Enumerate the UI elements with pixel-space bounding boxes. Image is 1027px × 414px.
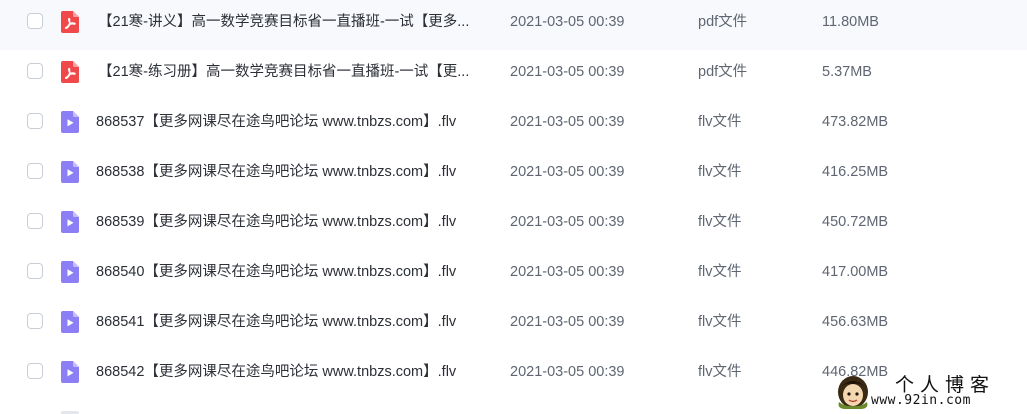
file-size: 450.72MB xyxy=(822,214,889,230)
file-name[interactable]: 【21寒-讲义】高一数学竞赛目标省一直播班-一试【更多... xyxy=(98,12,490,32)
file-type: flv文件 xyxy=(698,114,742,130)
video-icon xyxy=(61,261,79,283)
file-name[interactable]: 868538【更多网课尽在途鸟吧论坛 www.tnbzs.com】.flv xyxy=(96,162,488,182)
file-size: 473.82MB xyxy=(822,114,889,130)
file-name[interactable]: 868537【更多网课尽在途鸟吧论坛 www.tnbzs.com】.flv xyxy=(96,112,488,132)
file-name[interactable]: 868539【更多网课尽在途鸟吧论坛 www.tnbzs.com】.flv xyxy=(96,212,488,232)
file-row[interactable]: 868539【更多网课尽在途鸟吧论坛 www.tnbzs.com】.flv 20… xyxy=(0,200,1027,250)
watermark: 个人博客 www.92in.com xyxy=(833,368,1021,412)
file-name[interactable]: 868542【更多网课尽在途鸟吧论坛 www.tnbzs.com】.flv xyxy=(96,362,488,382)
file-name[interactable]: 868540【更多网课尽在途鸟吧论坛 www.tnbzs.com】.flv xyxy=(96,262,488,282)
row-checkbox[interactable] xyxy=(27,163,43,179)
file-size: 416.25MB xyxy=(822,164,889,180)
file-size: 417.00MB xyxy=(822,264,889,280)
row-checkbox[interactable] xyxy=(27,313,43,329)
video-icon xyxy=(61,211,79,233)
file-type: flv文件 xyxy=(698,314,742,330)
file-size: 11.80MB xyxy=(822,14,879,30)
file-type: flv文件 xyxy=(698,364,742,380)
row-checkbox[interactable] xyxy=(27,263,43,279)
video-icon xyxy=(61,361,79,383)
row-checkbox[interactable] xyxy=(27,363,43,379)
file-row[interactable]: 868537【更多网课尽在途鸟吧论坛 www.tnbzs.com】.flv 20… xyxy=(0,100,1027,150)
file-type: flv文件 xyxy=(698,214,742,230)
file-row[interactable]: 868538【更多网课尽在途鸟吧论坛 www.tnbzs.com】.flv 20… xyxy=(0,150,1027,200)
row-checkbox[interactable] xyxy=(27,213,43,229)
file-row[interactable]: 868540【更多网课尽在途鸟吧论坛 www.tnbzs.com】.flv 20… xyxy=(0,250,1027,300)
file-list: 【21寒-讲义】高一数学竞赛目标省一直播班-一试【更多... 2021-03-0… xyxy=(0,0,1027,414)
file-type: pdf文件 xyxy=(698,64,748,80)
file-modified-time: 2021-03-05 00:39 xyxy=(510,264,625,280)
file-modified-time: 2021-03-05 00:39 xyxy=(510,64,625,80)
row-checkbox[interactable] xyxy=(27,13,43,29)
video-icon xyxy=(61,311,79,333)
file-row[interactable]: 【21寒-讲义】高一数学竞赛目标省一直播班-一试【更多... 2021-03-0… xyxy=(0,0,1027,50)
file-modified-time: 2021-03-05 00:39 xyxy=(510,214,625,230)
file-row[interactable]: 【21寒-练习册】高一数学竞赛目标省一直播班-一试【更... 2021-03-0… xyxy=(0,50,1027,100)
file-type: pdf文件 xyxy=(698,14,748,30)
file-row[interactable]: 868541【更多网课尽在途鸟吧论坛 www.tnbzs.com】.flv 20… xyxy=(0,300,1027,350)
pdf-icon xyxy=(61,11,79,33)
row-checkbox[interactable] xyxy=(27,63,43,79)
watermark-url: www.92in.com xyxy=(871,393,971,408)
file-type: flv文件 xyxy=(698,164,742,180)
file-size: 5.37MB xyxy=(822,64,872,80)
row-checkbox[interactable] xyxy=(27,113,43,129)
avatar-icon xyxy=(835,372,871,410)
video-icon xyxy=(61,161,79,183)
video-icon xyxy=(61,111,79,133)
file-type: flv文件 xyxy=(698,264,742,280)
pdf-icon xyxy=(61,61,79,83)
file-modified-time: 2021-03-05 00:39 xyxy=(510,314,625,330)
file-modified-time: 2021-03-05 00:39 xyxy=(510,164,625,180)
file-name[interactable]: 868541【更多网课尽在途鸟吧论坛 www.tnbzs.com】.flv xyxy=(96,312,488,332)
file-modified-time: 2021-03-05 00:39 xyxy=(510,114,625,130)
file-modified-time: 2021-03-05 00:39 xyxy=(510,364,625,380)
file-size: 456.63MB xyxy=(822,314,889,330)
file-modified-time: 2021-03-05 00:39 xyxy=(510,14,625,30)
file-name[interactable]: 【21寒-练习册】高一数学竞赛目标省一直播班-一试【更... xyxy=(98,62,490,82)
